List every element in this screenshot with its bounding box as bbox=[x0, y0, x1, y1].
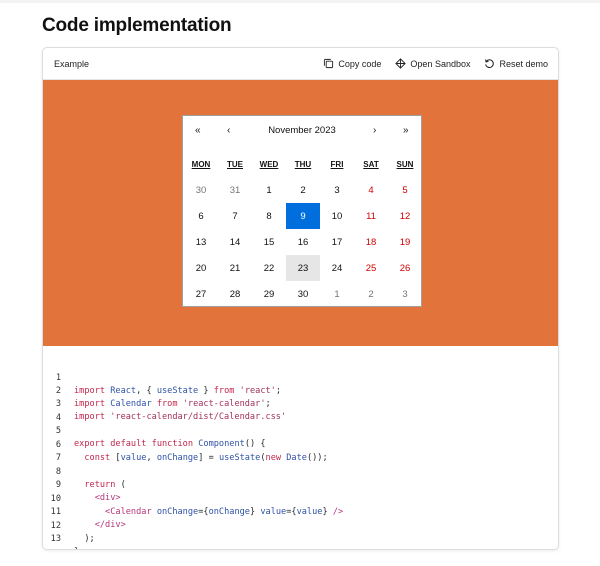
calendar-day[interactable]: 10 bbox=[320, 203, 354, 229]
top-border bbox=[0, 0, 600, 3]
calendar-day[interactable]: 8 bbox=[252, 203, 286, 229]
example-toolbar: Example Copy code Open Sandbox Reset dem… bbox=[43, 48, 558, 80]
code-text: ); bbox=[74, 534, 95, 544]
code-block: 1 import React, { useState } from 'react… bbox=[43, 346, 558, 549]
calendar-day[interactable]: 27 bbox=[184, 281, 218, 307]
weekday-label: FRI bbox=[330, 160, 344, 169]
demo-preview: « ‹ November 2023 › » MON TUE WED THU FR… bbox=[43, 80, 558, 372]
page-title: Code implementation bbox=[42, 15, 232, 36]
next-year-button[interactable]: » bbox=[403, 125, 409, 136]
example-label: Example bbox=[54, 58, 90, 69]
calendar-day[interactable]: 21 bbox=[218, 255, 252, 281]
calendar-day[interactable]: 18 bbox=[354, 229, 388, 255]
calendar-day[interactable]: 6 bbox=[184, 203, 218, 229]
calendar-day[interactable]: 30 bbox=[286, 281, 320, 307]
line-number: 13 bbox=[50, 534, 61, 544]
calendar-day[interactable]: 12 bbox=[388, 203, 422, 229]
calendar-day[interactable]: 19 bbox=[388, 229, 422, 255]
toolbar-actions: Copy code Open Sandbox Reset demo bbox=[323, 58, 548, 69]
code-line: 3 import 'react-calendar/dist/Calendar.c… bbox=[43, 385, 558, 422]
code-line: 2 import Calendar from 'react-calendar'; bbox=[43, 372, 558, 409]
reset-demo-label: Reset demo bbox=[499, 58, 548, 69]
prev-month-button[interactable]: ‹ bbox=[227, 125, 230, 136]
example-card: Example Copy code Open Sandbox Reset dem… bbox=[42, 47, 559, 550]
code-line: 8 return ( bbox=[43, 453, 558, 490]
code-line: 9 <div> bbox=[43, 466, 558, 503]
calendar-widget: « ‹ November 2023 › » MON TUE WED THU FR… bbox=[182, 115, 422, 307]
code-line: 13 } bbox=[43, 520, 558, 549]
sandbox-icon bbox=[395, 58, 407, 69]
weekday-label: SUN bbox=[396, 160, 414, 169]
calendar-day[interactable]: 25 bbox=[354, 255, 388, 281]
weekday-header: MON TUE WED THU FRI SAT SUN bbox=[184, 160, 422, 169]
calendar-day[interactable]: 29 bbox=[252, 281, 286, 307]
calendar-day-hovered[interactable]: 23 bbox=[286, 255, 320, 281]
calendar-day[interactable]: 2 bbox=[286, 177, 320, 203]
calendar-day[interactable]: 16 bbox=[286, 229, 320, 255]
calendar-day[interactable]: 31 bbox=[218, 177, 252, 203]
calendar-day[interactable]: 1 bbox=[252, 177, 286, 203]
code-line: 12 ); bbox=[43, 507, 558, 544]
next-month-button[interactable]: › bbox=[373, 125, 376, 136]
calendar-day[interactable]: 26 bbox=[388, 255, 422, 281]
calendar-day[interactable]: 30 bbox=[184, 177, 218, 203]
reset-icon bbox=[485, 59, 495, 68]
weekday-label: MON bbox=[191, 160, 211, 169]
calendar-day[interactable]: 24 bbox=[320, 255, 354, 281]
calendar-navigation: « ‹ November 2023 › » bbox=[183, 116, 421, 146]
calendar-day[interactable]: 13 bbox=[184, 229, 218, 255]
calendar-days-grid: 30 31 1 2 3 4 5 6 7 8 9 10 11 12 13 14 1… bbox=[184, 177, 422, 307]
calendar-day-selected[interactable]: 9 bbox=[286, 203, 320, 229]
weekday-label: TUE bbox=[227, 160, 243, 169]
calendar-day[interactable]: 5 bbox=[388, 177, 422, 203]
open-sandbox-label: Open Sandbox bbox=[410, 58, 471, 69]
code-line: 10 <Calendar onChange={onChange} value={… bbox=[43, 480, 558, 517]
code-line: 7 bbox=[43, 439, 558, 463]
code-line: 1 import React, { useState } from 'react… bbox=[43, 359, 558, 396]
code-line: 6 const [value, onChange] = useState(new… bbox=[43, 426, 558, 463]
calendar-day[interactable]: 28 bbox=[218, 281, 252, 307]
calendar-month-label[interactable]: November 2023 bbox=[183, 125, 421, 136]
calendar-day[interactable]: 11 bbox=[354, 203, 388, 229]
calendar-day[interactable]: 17 bbox=[320, 229, 354, 255]
prev-year-button[interactable]: « bbox=[195, 125, 201, 136]
calendar-day[interactable]: 15 bbox=[252, 229, 286, 255]
copy-code-label: Copy code bbox=[338, 58, 382, 69]
copy-code-button[interactable]: Copy code bbox=[323, 58, 381, 69]
calendar-day[interactable]: 20 bbox=[184, 255, 218, 281]
calendar-day[interactable]: 3 bbox=[320, 177, 354, 203]
calendar-day[interactable]: 22 bbox=[252, 255, 286, 281]
copy-icon bbox=[324, 58, 334, 69]
calendar-day[interactable]: 3 bbox=[388, 281, 422, 307]
code-line: 5 export default function Component() { bbox=[43, 412, 558, 449]
code-text: } bbox=[74, 546, 79, 549]
reset-demo-button[interactable]: Reset demo bbox=[484, 58, 548, 69]
weekday-label: THU bbox=[294, 160, 312, 169]
code-line: 11 </div> bbox=[43, 493, 558, 530]
open-sandbox-button[interactable]: Open Sandbox bbox=[395, 58, 470, 69]
calendar-day[interactable]: 1 bbox=[320, 281, 354, 307]
weekday-label: WED bbox=[259, 160, 279, 169]
calendar-day[interactable]: 14 bbox=[218, 229, 252, 255]
calendar-day[interactable]: 7 bbox=[218, 203, 252, 229]
weekday-label: SAT bbox=[363, 160, 379, 169]
calendar-day[interactable]: 4 bbox=[354, 177, 388, 203]
code-line: 4 bbox=[43, 399, 558, 423]
calendar-day[interactable]: 2 bbox=[354, 281, 388, 307]
